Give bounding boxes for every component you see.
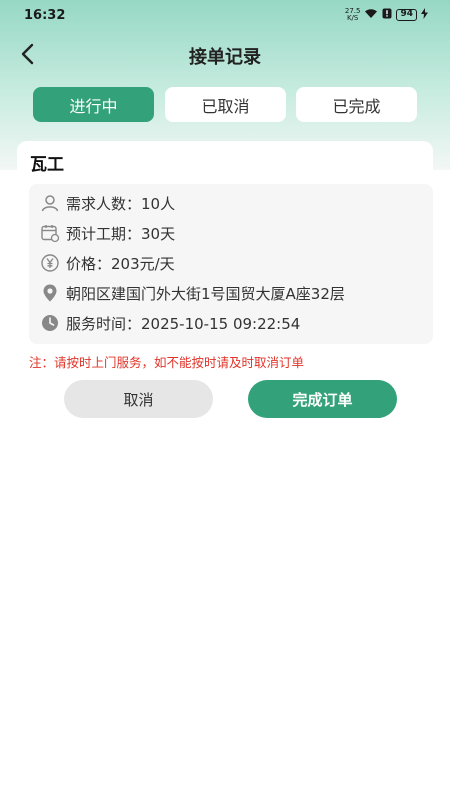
info-row-service-time: 服务时间：2025-10-15 09:22:54: [40, 312, 300, 334]
clock-icon: [40, 313, 60, 333]
network-speed-unit: K/S: [346, 14, 359, 22]
complete-order-button[interactable]: 完成订单: [248, 380, 397, 418]
status-tabs: 进行中 已取消 已完成: [33, 87, 417, 123]
status-icons: 27.5 K/S 94: [345, 8, 428, 22]
person-icon: [40, 193, 60, 213]
battery-indicator: 94: [396, 9, 417, 21]
network-speed: 27.5 K/S: [345, 8, 361, 22]
info-row-headcount: 需求人数：10人: [40, 192, 175, 214]
calendar-icon: [40, 223, 60, 243]
yen-icon: [40, 253, 60, 273]
tab-in-progress[interactable]: 进行中: [33, 87, 154, 122]
location-pin-icon: [40, 283, 60, 303]
tab-completed[interactable]: 已完成: [296, 87, 417, 122]
status-time: 16:32: [24, 7, 66, 23]
tab-cancelled[interactable]: 已取消: [165, 87, 286, 122]
order-card: 瓦工 需求人数：10人 预计工期：30天 价格：203元/天 朝阳区建国门外大街…: [17, 141, 433, 431]
info-text: 价格：203元/天: [66, 254, 175, 273]
info-text: 服务时间：2025-10-15 09:22:54: [66, 314, 301, 333]
info-text: 预计工期：30天: [66, 224, 176, 243]
order-title: 瓦工: [30, 155, 64, 175]
cancel-button[interactable]: 取消: [64, 380, 213, 418]
notification-icon: [382, 8, 392, 22]
info-text: 朝阳区建国门外大街1号国贸大厦A座32层: [66, 284, 345, 303]
status-bar: 16:32 27.5 K/S 94: [0, 0, 450, 30]
charging-icon: [421, 8, 428, 22]
page-title: 接单记录: [189, 47, 261, 68]
info-row-duration: 预计工期：30天: [40, 222, 175, 244]
order-info-box: 需求人数：10人 预计工期：30天 价格：203元/天 朝阳区建国门外大街1号国…: [29, 184, 433, 344]
info-row-address: 朝阳区建国门外大街1号国贸大厦A座32层: [40, 282, 345, 304]
info-row-price: 价格：203元/天: [40, 252, 175, 274]
info-text: 需求人数：10人: [66, 194, 176, 213]
nav-bar: 接单记录: [0, 34, 450, 74]
service-notice: 注：请按时上门服务，如不能按时请及时取消订单: [29, 355, 305, 370]
wifi-icon: [364, 8, 378, 22]
